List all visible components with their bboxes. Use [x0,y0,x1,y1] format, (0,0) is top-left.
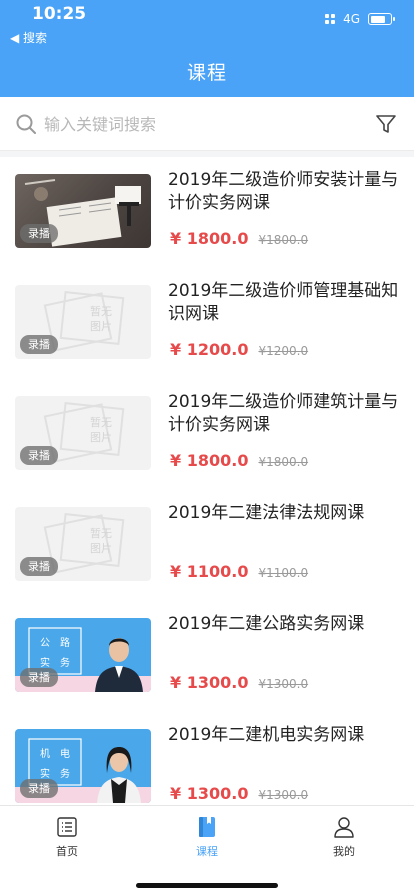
course-item[interactable]: 暂无 图片 录播 2019年二建法律法规网课 ¥ 1100.0 ¥1100.0 [0,490,414,601]
original-price: ¥1300.0 [258,788,309,802]
course-thumbnail: 暂无 图片 录播 [15,285,151,359]
course-item[interactable]: 暂无 图片 录播 2019年二级造价师建筑计量与计价实务网课 ¥ 1800.0 … [0,379,414,490]
placeholder-text-line2: 图片 [90,542,112,555]
course-list: 录播 2019年二级造价师安装计量与计价实务网课 ¥ 1800.0 ¥1800.… [0,157,414,805]
filter-icon[interactable] [374,112,398,136]
course-price: ¥ 1800.0 [170,451,249,470]
price-row: ¥ 1200.0 ¥1200.0 [170,340,308,359]
course-title[interactable]: 2019年二级造价师安装计量与计价实务网课 [168,169,400,215]
price-row: ¥ 1100.0 ¥1100.0 [170,562,308,581]
recording-badge: 录播 [20,557,58,576]
thumb-text: 务 [60,656,70,669]
placeholder-text-line2: 图片 [90,431,112,444]
recording-badge: 录播 [20,224,58,243]
status-indicators: 4G [325,12,395,26]
course-price: ¥ 1200.0 [170,340,249,359]
price-row: ¥ 1800.0 ¥1800.0 [170,229,308,248]
search-icon[interactable] [15,113,37,135]
thumb-text: 机 [40,747,50,760]
list-icon [57,817,77,837]
tab-label: 首页 [56,845,78,858]
placeholder-text-line1: 暂无 [90,527,112,540]
course-title[interactable]: 2019年二建机电实务网课 [168,724,400,747]
thumb-text: 路 [60,636,70,649]
course-price: ¥ 1100.0 [170,562,249,581]
original-price: ¥1300.0 [258,677,309,691]
course-item[interactable]: 录播 2019年二级造价师安装计量与计价实务网课 ¥ 1800.0 ¥1800.… [0,157,414,268]
placeholder-text-line1: 暂无 [90,416,112,429]
placeholder-text-line2: 图片 [90,320,112,333]
signal-icon [325,14,336,24]
placeholder-text-line1: 暂无 [90,305,112,318]
original-price: ¥1800.0 [258,233,309,247]
course-thumbnail: 录播 [15,174,151,248]
page-title: 课程 [186,62,227,84]
course-title[interactable]: 2019年二级造价师管理基础知识网课 [168,280,400,326]
course-price: ¥ 1300.0 [170,673,249,692]
search-bar [0,97,414,151]
course-thumbnail: 公 路 实 务 录播 [15,618,151,692]
search-input[interactable] [44,111,344,137]
back-to-search-link[interactable]: ◀ 搜索 [10,29,47,46]
header: 10:25 ◀ 搜索 4G 课程 [0,0,414,97]
course-title[interactable]: 2019年二建公路实务网课 [168,613,400,636]
tab-bar: 首页 课程 我的 [0,805,414,896]
course-price: ¥ 1800.0 [170,229,249,248]
course-thumbnail: 暂无 图片 录播 [15,507,151,581]
book-icon [199,817,215,837]
battery-icon [368,13,395,25]
original-price: ¥1200.0 [258,344,309,358]
course-price: ¥ 1300.0 [170,784,249,803]
home-indicator [136,883,278,888]
thumb-text: 务 [60,767,70,780]
course-item[interactable]: 暂无 图片 录播 2019年二级造价师管理基础知识网课 ¥ 1200.0 ¥12… [0,268,414,379]
course-title[interactable]: 2019年二建法律法规网课 [168,502,400,525]
original-price: ¥1800.0 [258,455,309,469]
course-item[interactable]: 机 电 实 务 录播 2019年二建机电实务网课 ¥ 1300.0 ¥1300.… [0,712,414,805]
tab-label: 我的 [333,845,355,858]
recording-badge: 录播 [20,668,58,687]
recording-badge: 录播 [20,335,58,354]
original-price: ¥1100.0 [258,566,309,580]
thumb-text: 电 [60,747,70,760]
recording-badge: 录播 [20,446,58,465]
tab-label: 课程 [196,845,218,858]
status-time: 10:25 [32,4,87,24]
tab-courses[interactable]: 课程 [167,815,247,859]
tab-home[interactable]: 首页 [27,815,107,859]
course-title[interactable]: 2019年二级造价师建筑计量与计价实务网课 [168,391,400,437]
price-row: ¥ 1300.0 ¥1300.0 [170,784,308,803]
recording-badge: 录播 [20,779,58,798]
network-label: 4G [343,12,360,26]
course-thumbnail: 暂无 图片 录播 [15,396,151,470]
price-row: ¥ 1800.0 ¥1800.0 [170,451,308,470]
thumb-text: 公 [40,638,50,649]
course-thumbnail: 机 电 实 务 录播 [15,729,151,803]
course-item[interactable]: 公 路 实 务 录播 2019年二建公路实务网课 ¥ 1300.0 ¥1300.… [0,601,414,712]
user-icon [334,817,354,838]
tab-profile[interactable]: 我的 [304,815,384,859]
price-row: ¥ 1300.0 ¥1300.0 [170,673,308,692]
